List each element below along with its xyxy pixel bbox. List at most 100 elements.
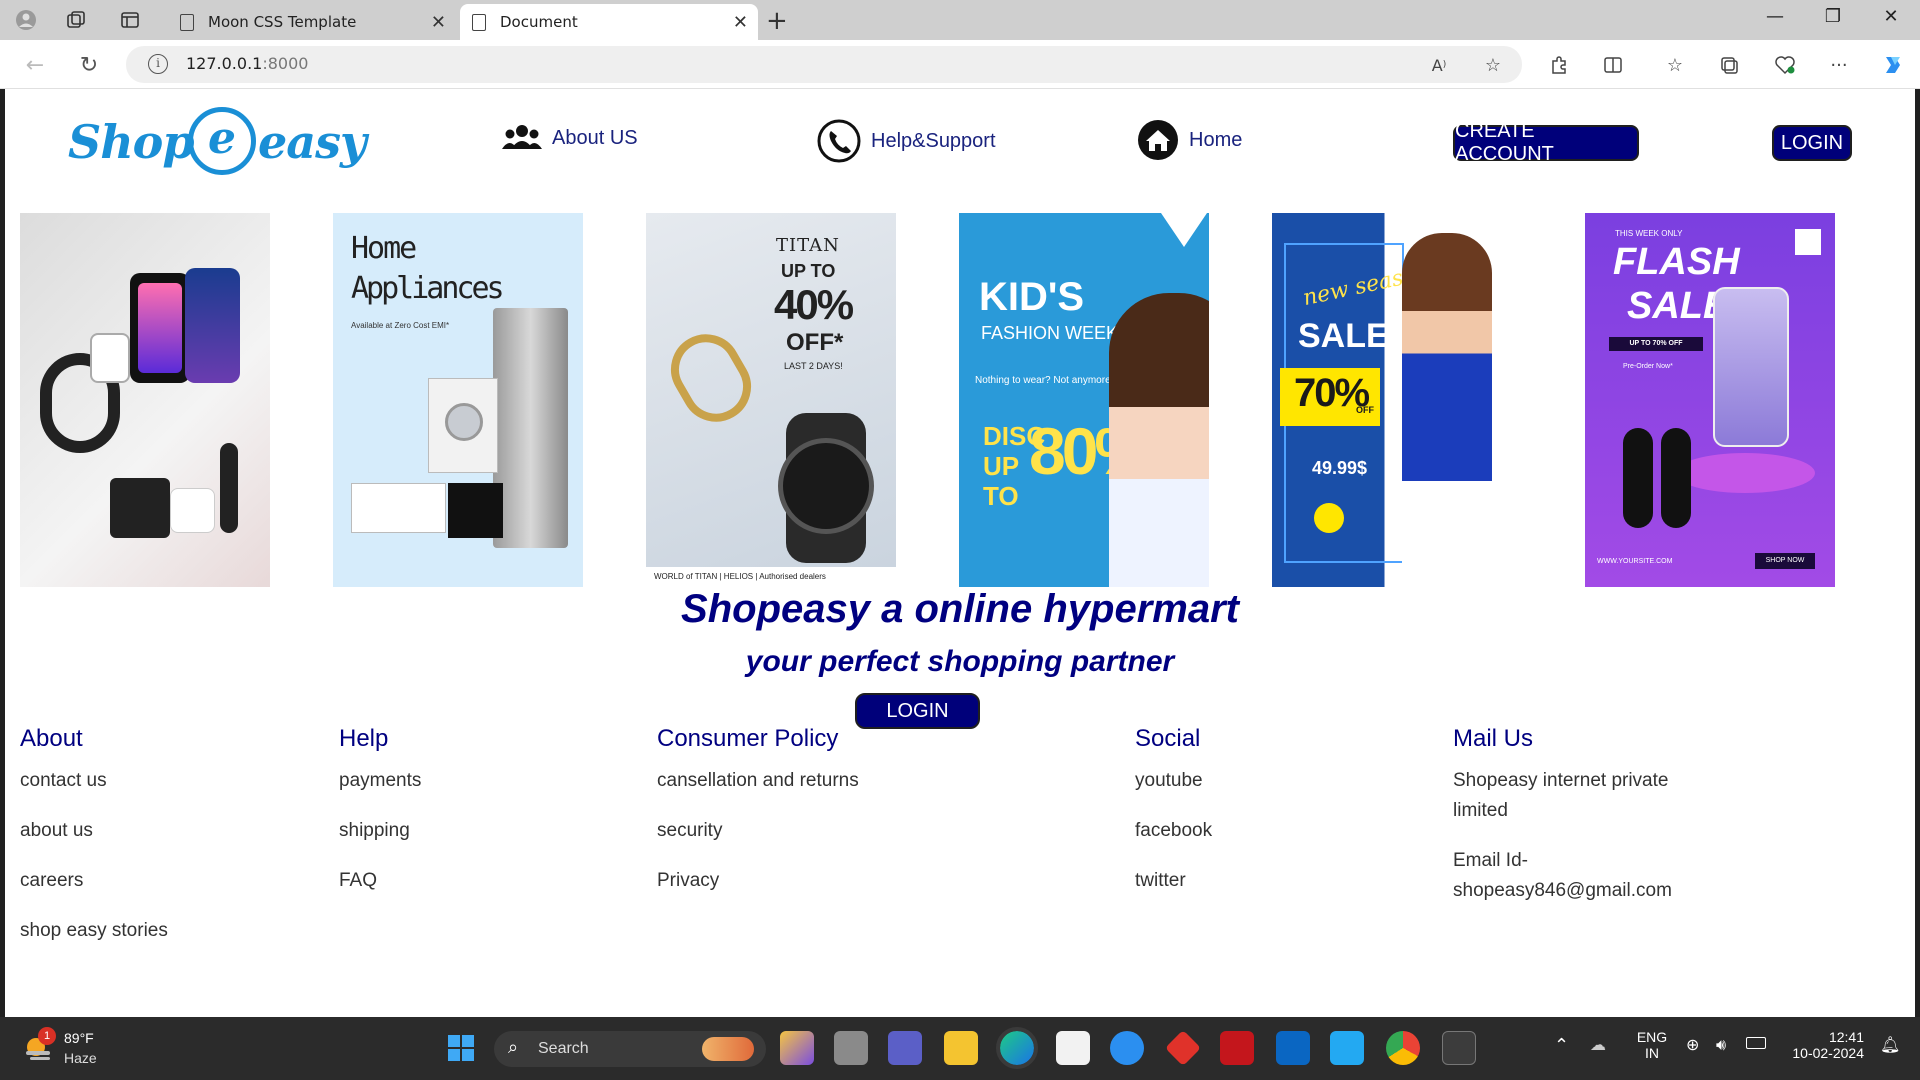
region-code: IN xyxy=(1645,1045,1659,1061)
footer-mail-column: Mail Us Shopeasy internet private limite… xyxy=(1453,725,1713,926)
favorites-icon[interactable]: ☆ xyxy=(1662,52,1688,78)
sale-text: SALE xyxy=(1298,317,1389,355)
terminal-icon[interactable] xyxy=(1442,1031,1476,1065)
footer-link-cancellation[interactable]: cansellation and returns xyxy=(657,766,859,796)
footer-about-column: About contact us about us careers shop e… xyxy=(20,725,168,966)
url-port: :8000 xyxy=(262,54,309,73)
network-icon[interactable]: ⊕ xyxy=(1686,1035,1699,1054)
task-view-icon[interactable] xyxy=(834,1031,868,1065)
tablet-image xyxy=(185,268,240,383)
banner-titan[interactable]: TITAN UP TO 40% OFF* LAST 2 DAYS! WORLD … xyxy=(646,213,896,587)
chevron-up-icon[interactable]: ⌃ xyxy=(1554,1035,1569,1056)
widgets-app-icon[interactable] xyxy=(780,1031,814,1065)
browser-essentials-icon[interactable] xyxy=(1772,52,1798,78)
favorite-star-icon[interactable]: ☆ xyxy=(1480,52,1506,78)
kids-title: KID'S xyxy=(979,275,1085,319)
start-button[interactable] xyxy=(444,1031,478,1065)
close-tab-icon[interactable]: ✕ xyxy=(733,12,748,33)
read-aloud-icon[interactable]: A) xyxy=(1426,52,1452,78)
url-text[interactable]: 127.0.0.1:8000 xyxy=(186,54,308,73)
banner-kids-fashion[interactable]: KID'S FASHION WEEK Nothing to wear? Not … xyxy=(959,213,1209,587)
washer-door xyxy=(445,403,483,441)
close-window-icon[interactable]: ✕ xyxy=(1876,6,1906,27)
volume-icon[interactable]: 🔊︎ xyxy=(1716,1035,1726,1055)
tab-document[interactable]: Document ✕ xyxy=(460,4,758,40)
tab-actions-icon[interactable] xyxy=(118,8,142,32)
footer-link-shipping[interactable]: shipping xyxy=(339,816,421,846)
linkedin-icon[interactable] xyxy=(1276,1031,1310,1065)
teams-icon[interactable] xyxy=(888,1031,922,1065)
language-indicator[interactable]: ENG IN xyxy=(1634,1029,1670,1061)
footer-social-column: Social youtube facebook twitter xyxy=(1135,725,1212,916)
address-bar[interactable]: i 127.0.0.1:8000 A) ☆ xyxy=(126,46,1522,83)
flash-shop-now[interactable]: SHOP NOW xyxy=(1755,553,1815,569)
microwave-image xyxy=(448,483,503,538)
home-icon xyxy=(1138,120,1178,160)
file-explorer-icon[interactable] xyxy=(944,1031,978,1065)
clock[interactable]: 12:41 10-02-2024 xyxy=(1784,1029,1864,1061)
nav-help-support[interactable]: Help&Support xyxy=(817,119,996,163)
notification-bell-icon[interactable]: 🔔︎ xyxy=(1880,1035,1900,1054)
nav-about-us[interactable]: About US xyxy=(502,123,638,153)
clock-date: 10-02-2024 xyxy=(1792,1045,1864,1061)
edge-browser-icon[interactable] xyxy=(996,1027,1038,1069)
weather-description[interactable]: Haze xyxy=(64,1050,97,1066)
battery-icon[interactable] xyxy=(1746,1037,1766,1049)
new-tab-icon[interactable]: + xyxy=(766,6,788,36)
footer-link-twitter[interactable]: twitter xyxy=(1135,866,1212,896)
minimize-icon[interactable]: — xyxy=(1760,6,1790,27)
profile-icon[interactable] xyxy=(14,8,38,32)
weather-temperature[interactable]: 89°F xyxy=(64,1030,94,1046)
tab-moon-css-template[interactable]: Moon CSS Template ✕ xyxy=(168,4,456,40)
footer-link-about-us[interactable]: about us xyxy=(20,816,168,846)
mcafee-icon[interactable] xyxy=(1220,1031,1254,1065)
footer-link-stories[interactable]: shop easy stories xyxy=(20,916,168,946)
page-viewport: Shop e easy About US Help&Support Home C… xyxy=(5,89,1915,1017)
footer-link-facebook[interactable]: facebook xyxy=(1135,816,1212,846)
close-tab-icon[interactable]: ✕ xyxy=(431,12,446,33)
chrome-icon[interactable] xyxy=(1386,1031,1420,1065)
footer-company-name: Shopeasy internet private limited xyxy=(1453,770,1669,821)
banner-electronics[interactable] xyxy=(20,213,270,587)
footer-link-youtube[interactable]: youtube xyxy=(1135,766,1212,796)
anydesk-icon[interactable] xyxy=(1164,1029,1202,1067)
nav-home[interactable]: Home xyxy=(1137,119,1242,161)
onedrive-icon[interactable]: ☁ xyxy=(1590,1035,1606,1054)
logo-text-easy: easy xyxy=(258,115,367,169)
footer-link-payments[interactable]: payments xyxy=(339,766,421,796)
split-screen-icon[interactable] xyxy=(1600,52,1626,78)
footer-email[interactable]: shopeasy846@gmail.com xyxy=(1453,876,1713,906)
footer-link-careers[interactable]: careers xyxy=(20,866,168,896)
footer-link-contact-us[interactable]: contact us xyxy=(20,766,168,796)
hero-login-button[interactable]: LOGIN xyxy=(855,693,980,729)
phone-image xyxy=(1713,287,1789,447)
collections-icon[interactable] xyxy=(1716,52,1742,78)
kids-fashion-week: FASHION WEEK xyxy=(981,323,1119,343)
windows-taskbar: 1 89°F Haze ⌕ Search ⌃ ☁ ENG IN ⊕ 🔊︎ 12:… xyxy=(0,1017,1920,1080)
back-icon[interactable]: ← xyxy=(20,50,50,80)
more-options-icon[interactable]: ··· xyxy=(1826,52,1852,78)
create-account-button[interactable]: CREATE ACCOUNT xyxy=(1453,120,1639,165)
help-app-icon[interactable] xyxy=(1110,1031,1144,1065)
phone-icon xyxy=(817,119,861,163)
refresh-icon[interactable]: ↻ xyxy=(74,50,104,80)
restore-icon[interactable]: ❐ xyxy=(1818,6,1848,27)
microsoft-store-icon[interactable] xyxy=(1056,1031,1090,1065)
copilot-icon[interactable] xyxy=(1880,52,1906,78)
shopeasy-logo[interactable]: Shop e easy xyxy=(68,107,367,177)
header-login-button[interactable]: LOGIN xyxy=(1772,125,1852,161)
workspaces-icon[interactable] xyxy=(64,8,88,32)
browser-toolbar: ← ↻ i 127.0.0.1:8000 A) ☆ ☆ ··· xyxy=(0,40,1920,89)
footer-link-privacy[interactable]: Privacy xyxy=(657,866,859,896)
vscode-icon[interactable] xyxy=(1330,1031,1364,1065)
site-info-icon[interactable]: i xyxy=(148,54,168,74)
search-highlight-image xyxy=(702,1037,754,1061)
banner-home-appliances[interactable]: Home Appliances Available at Zero Cost E… xyxy=(333,213,583,587)
banner-new-season-sale[interactable]: new season SALE 70% OFF 49.99$ xyxy=(1272,213,1522,587)
footer-link-security[interactable]: security xyxy=(657,816,859,846)
extensions-icon[interactable] xyxy=(1546,52,1572,78)
footer-link-faq[interactable]: FAQ xyxy=(339,866,421,896)
banner-flash-sale[interactable]: THIS WEEK ONLY FLASH SALE UP TO 70% OFF … xyxy=(1585,213,1835,587)
home-appliances-title1: Home xyxy=(351,231,417,266)
taskbar-search[interactable]: ⌕ Search xyxy=(494,1031,766,1067)
